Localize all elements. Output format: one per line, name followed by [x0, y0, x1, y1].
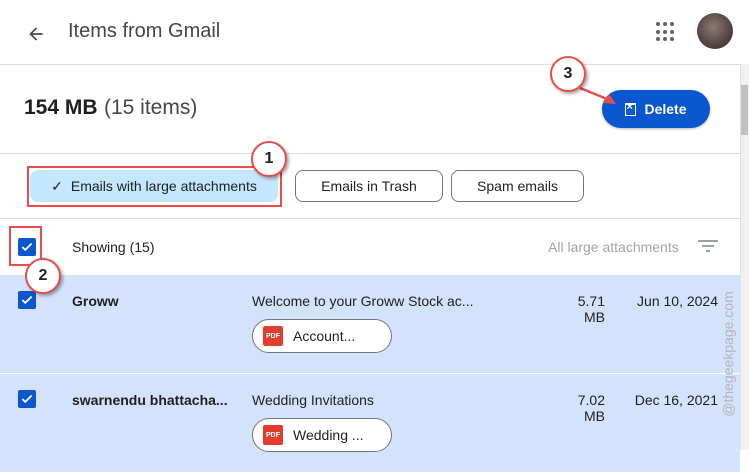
delete-label: Delete — [644, 101, 687, 117]
watermark-text: @thegeekpage.com — [720, 291, 737, 417]
row-size: 5.71 MB — [577, 293, 605, 325]
apps-grid-icon[interactable] — [656, 22, 676, 42]
attachment-name: Account... — [293, 328, 356, 344]
filter-chip-spam[interactable]: Spam emails — [451, 170, 584, 202]
filter-list-icon[interactable] — [698, 238, 718, 254]
sort-filter-label[interactable]: All large attachments — [548, 239, 679, 255]
row-checkbox[interactable] — [18, 390, 36, 408]
back-arrow-icon[interactable] — [22, 20, 50, 48]
table-row[interactable]: swarnendu bhattacha... Wedding Invitatio… — [0, 374, 740, 472]
delete-button[interactable]: Delete — [602, 90, 710, 128]
row-sender: swarnendu bhattacha... — [72, 392, 228, 408]
filter-chip-label: Emails in Trash — [321, 178, 417, 194]
watermark: @thegeekpage.com — [708, 258, 748, 450]
attachment-chip[interactable]: PDF Wedding ... — [252, 418, 392, 452]
divider — [0, 218, 740, 219]
annotation-badge-3: 3 — [550, 56, 586, 92]
annotation-box-filter — [27, 166, 282, 207]
pdf-icon: PDF — [263, 425, 283, 445]
attachment-name: Wedding ... — [293, 427, 364, 443]
item-count: (15 items) — [104, 96, 198, 119]
row-date: Dec 16, 2021 — [634, 392, 718, 408]
filter-chip-label: Spam emails — [477, 178, 558, 194]
table-row[interactable]: Groww Welcome to your Groww Stock ac... … — [0, 275, 740, 373]
row-subject: Wedding Invitations — [252, 392, 374, 408]
row-size: 7.02 MB — [577, 392, 605, 424]
attachment-chip[interactable]: PDF Account... — [252, 319, 392, 353]
delete-bin-icon — [625, 101, 637, 116]
scrollbar-thumb[interactable] — [741, 85, 748, 135]
avatar[interactable] — [697, 13, 733, 49]
filter-chip-trash[interactable]: Emails in Trash — [295, 170, 443, 202]
annotation-badge-1: 1 — [251, 141, 287, 177]
divider — [0, 153, 740, 154]
annotation-badge-2: 2 — [25, 258, 61, 294]
storage-size: 154 MB — [24, 96, 98, 119]
showing-count: Showing (15) — [72, 239, 155, 255]
row-sender: Groww — [72, 293, 119, 309]
page-title: Items from Gmail — [68, 20, 221, 42]
app-header: Items from Gmail — [0, 0, 740, 65]
row-subject: Welcome to your Groww Stock ac... — [252, 293, 474, 309]
row-date: Jun 10, 2024 — [637, 293, 718, 309]
row-checkbox[interactable] — [18, 291, 36, 309]
pdf-icon: PDF — [263, 326, 283, 346]
